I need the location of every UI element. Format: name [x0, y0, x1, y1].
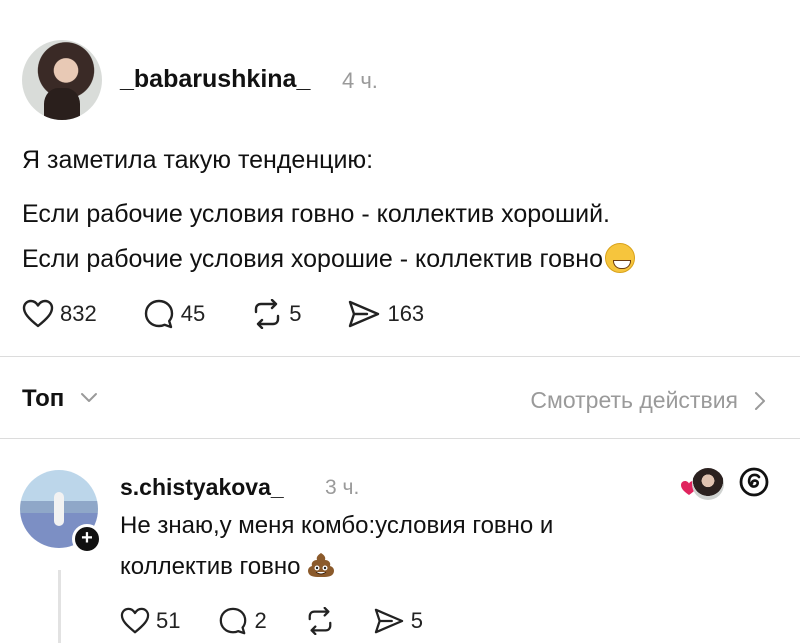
reply-text-line-2-text: коллектив говно — [120, 553, 301, 580]
heart-icon — [120, 607, 150, 634]
reply-count: 45 — [180, 301, 206, 326]
reply-repost-button[interactable] — [305, 607, 335, 635]
reply-reply-count: 2 — [254, 608, 267, 633]
post-text-line-3-text: Если рабочие условия хорошие - коллектив… — [22, 245, 603, 273]
reply-author-username[interactable]: s.chistyakova_ — [120, 474, 284, 501]
reply-button[interactable]: 45 — [143, 298, 205, 330]
post-author-avatar[interactable] — [22, 40, 102, 120]
divider — [0, 356, 800, 357]
repost-icon — [308, 607, 332, 635]
grinning-squinting-face-emoji-icon — [604, 243, 635, 273]
divider — [0, 438, 800, 439]
like-button[interactable]: 832 — [22, 299, 97, 329]
share-count: 163 — [387, 301, 425, 326]
post-actions: 832 45 5 163 — [22, 298, 470, 330]
speech-bubble-icon — [144, 299, 173, 329]
speech-bubble-icon — [220, 607, 247, 635]
reply-share-button[interactable]: 5 — [373, 607, 423, 635]
view-activity-link[interactable]: Смотреть действия — [530, 387, 738, 414]
reply-time: 3 ч. — [325, 476, 360, 499]
reply-actions: 51 2 5 — [120, 606, 461, 636]
heart-icon — [22, 299, 54, 328]
reply-text-line-2: коллектив говно — [120, 552, 336, 581]
reply-share-count: 5 — [410, 608, 423, 633]
threads-logo-icon[interactable] — [738, 466, 770, 498]
post-time: 4 ч. — [342, 68, 378, 93]
like-count: 832 — [60, 301, 97, 326]
pile-of-poo-emoji-icon — [308, 553, 335, 577]
repost-count: 5 — [289, 301, 302, 326]
reply-reply-button[interactable]: 2 — [218, 606, 267, 636]
chevron-down-icon[interactable] — [80, 392, 98, 404]
thread-connector-line — [58, 570, 61, 643]
send-icon — [349, 300, 380, 328]
send-icon — [374, 608, 403, 634]
post-author-username[interactable]: _babarushkina_ — [120, 65, 310, 94]
share-button[interactable]: 163 — [347, 299, 424, 329]
repost-icon — [255, 299, 280, 329]
reply-text-line-1: Не знаю,у меня комбо:условия говно и — [120, 512, 554, 539]
reply-like-count: 51 — [156, 608, 181, 633]
follow-plus-icon[interactable]: + — [72, 524, 102, 554]
sort-dropdown-label[interactable]: Топ — [22, 385, 64, 413]
reply-like-button[interactable]: 51 — [120, 607, 180, 635]
post-text-line-1: Я заметила такую тенденцию: — [22, 146, 374, 174]
chevron-right-icon[interactable] — [754, 391, 766, 411]
post-text-line-2: Если рабочие условия говно - коллектив х… — [22, 200, 610, 228]
liked-by-author-avatar — [692, 468, 724, 500]
post-text-line-3: Если рабочие условия хорошие - коллектив… — [22, 243, 635, 274]
repost-button[interactable]: 5 — [251, 299, 301, 329]
